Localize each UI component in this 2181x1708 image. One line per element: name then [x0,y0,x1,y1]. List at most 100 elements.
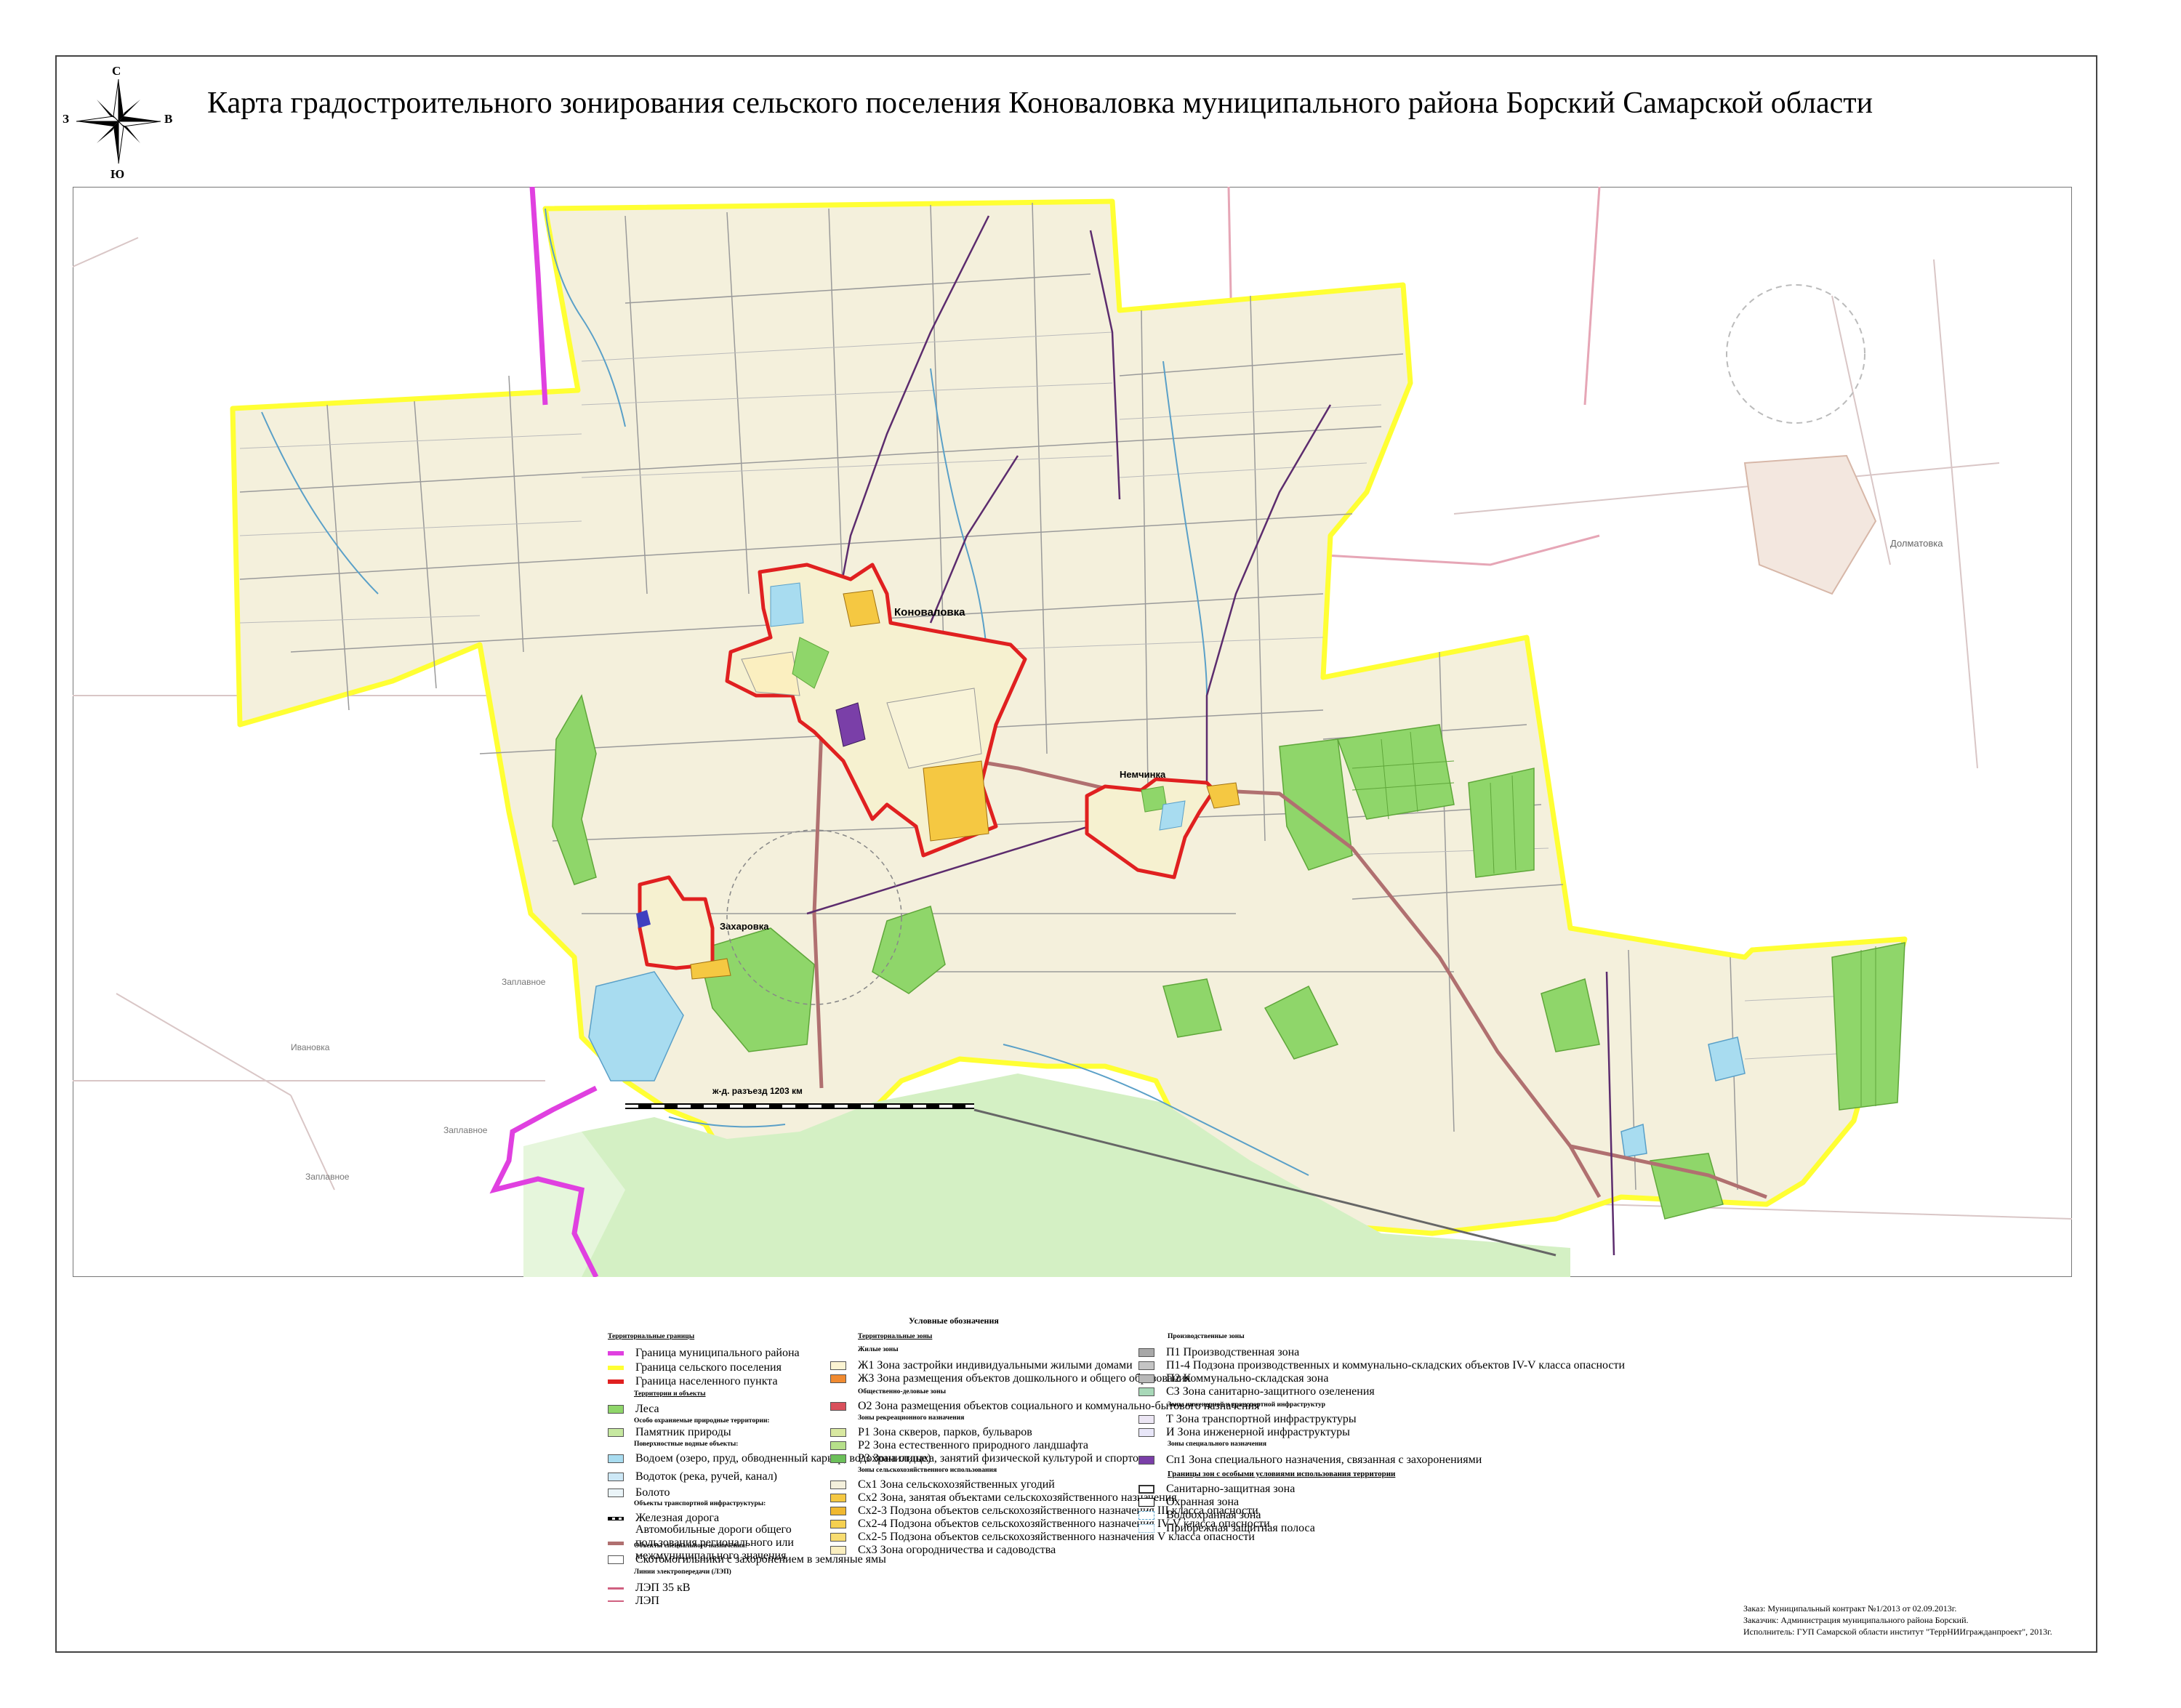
legend-head-special-zones: Зоны специального назначения [1168,1441,1267,1448]
legend-head-recreation: Зоны рекреационного назначения [858,1414,965,1422]
legend-item-zh3: Ж3 Зона размещения объектов дошкольного … [830,1372,1190,1385]
swatch-sh2 [830,1494,846,1502]
legend-item-water-protection: Водоохранная зона [1138,1509,1261,1522]
swatch-p2 [1138,1374,1154,1383]
order-customer-line: Заказчик: Администрация муниципального р… [1743,1615,1969,1625]
swatch-water-body [608,1454,624,1463]
swatch-i [1138,1428,1154,1437]
swatch-railway [608,1516,624,1520]
legend-item-sp1: Сп1 Зона специального назначения, связан… [1138,1454,1482,1467]
legend-item-sh3: Сх3 Зона огородничества и садоводства [830,1544,1056,1557]
legend-head-transport: Объекты транспортной инфраструктуры: [634,1500,766,1507]
map-title: Карта градостроительного зонирования сел… [207,86,1873,120]
ivanovka-label: Ивановка [291,1042,330,1052]
legend-head-protected: Особо охраняемые природные территории: [634,1417,770,1425]
swatch-swamp [608,1489,624,1497]
legend-item-sz: СЗ Зона санитарно-защитного озеленения [1138,1385,1375,1398]
swatch-zh1 [830,1361,846,1370]
swatch-sh25 [830,1533,846,1542]
swatch-sz [1138,1387,1154,1396]
swatch-water-protection [1138,1511,1154,1520]
legend-head-production: Производственные зоны [1168,1333,1245,1340]
legend-head-public: Общественно-деловые зоны [858,1388,946,1395]
swatch-sh1 [830,1481,846,1489]
compass-north-label: С [112,64,121,78]
swatch-security [1138,1498,1154,1507]
swatch-r1 [830,1428,846,1437]
swatch-r3 [830,1454,846,1463]
swatch-zh3 [830,1374,846,1383]
legend-head-territories: Территории и объекты [634,1390,706,1398]
legend-head-infra: Зоны инженерной и транспортной инфрастру… [1168,1401,1325,1409]
legend-item-watercourse: Водоток (река, ручей, канал) [608,1470,777,1483]
swatch-coastal [1138,1524,1154,1533]
swatch-t [1138,1415,1154,1424]
legend-item-r3: Р3 Зона отдыха, занятий физической культ… [830,1452,1146,1465]
swatch-sh24 [830,1520,846,1528]
legend-item-p1: П1 Производственная зона [1138,1346,1299,1359]
legend-head-residential: Жилые зоны [858,1346,899,1353]
swatch-watercourse [608,1473,624,1481]
swatch-locality-boundary [608,1379,624,1384]
compass-south-label: Ю [111,167,125,181]
swatch-r2 [830,1441,846,1450]
legend-head-agri: Зоны сельскохозяйственного использования [858,1467,997,1474]
compass-east-label: В [164,112,173,126]
legend-title: Условные обозначения [909,1316,999,1326]
legend-head-territorial-boundaries: Территориальные границы [608,1333,695,1340]
legend-head-water: Поверхностные водные объекты: [634,1441,739,1448]
legend-item-r1: Р1 Зона скверов, парков, бульваров [830,1426,1032,1439]
legend-item-pl35: ЛЭП 35 кВ [608,1582,690,1595]
legend-head-zones: Территориальные зоны [858,1333,933,1340]
swatch-pl35 [608,1587,624,1590]
legend-head-power: Линии электропередачи (ЛЭП) [634,1568,731,1576]
swatch-sanitary [1138,1485,1154,1494]
cattle-burial-icon [608,1555,624,1564]
legend-item-coastal: Прибрежная защитная полоса [1138,1522,1315,1535]
legend-head-special-borders: Границы зон с особыми условиями использо… [1168,1470,1396,1478]
legend-item-sh1: Сх1 Зона сельскохозяйственных угодий [830,1478,1055,1491]
legend-item-sanitary: Санитарно-защитная зона [1138,1483,1295,1496]
swatch-sh23 [830,1507,846,1515]
legend-item-pl10: ЛЭП [608,1595,659,1608]
order-contract-line: Заказ: Муниципальный контракт №1/2013 от… [1743,1603,1957,1614]
station-label: ж-д. разъезд 1203 км [712,1086,803,1096]
zaplavnoe-label-1: Заплавное [502,977,546,987]
legend-item-t: Т Зона транспортной инфраструктуры [1138,1413,1357,1426]
swatch-p14 [1138,1361,1154,1370]
swatch-nature-monument [608,1428,624,1437]
legend-item-locality-boundary: Граница населенного пункта [608,1375,778,1388]
legend-item-sh2: Сх2 Зона, занятая объектами сельскохозяй… [830,1491,1177,1504]
legend-item-security: Охранная зона [1138,1496,1239,1509]
swatch-road [608,1541,624,1545]
swatch-o2 [830,1402,846,1411]
compass-rose: С Ю З В [63,64,173,181]
konovalovka-label: Коноваловка [894,606,965,619]
legend-item-i: И Зона инженерной инфраструктуры [1138,1426,1350,1439]
zoning-map[interactable]: Долматовка Ивановка Заплавное Заплавное … [73,187,2072,1277]
compass-star-icon [76,78,161,164]
swatch-district-boundary [608,1351,624,1355]
legend-item-p14: П1-4 Подзона производственных и коммунал… [1138,1359,1625,1372]
compass-west-label: З [63,112,69,126]
swatch-sh3 [830,1546,846,1555]
legend-item-forests: Леса [608,1403,659,1416]
zaplavnoe-label-2: Заплавное [443,1125,488,1135]
order-info: Заказ: Муниципальный контракт №1/2013 от… [1743,1603,2052,1637]
legend-head-special: Объекты специального назначения: [634,1542,747,1550]
legend-item-p2: П2 Коммунально-складская зона [1138,1372,1328,1385]
legend-item-r2: Р2 Зона естественного природного ландшаф… [830,1439,1088,1452]
legend-item-settlement-boundary: Граница сельского поселения [608,1361,782,1374]
legend-item-district-boundary: Граница муниципального района [608,1347,800,1360]
dolmatovka-label: Долматовка [1890,538,1943,549]
swatch-p1 [1138,1348,1154,1357]
zaplavnoe-label-3: Заплавное [305,1172,350,1182]
legend-item-nature-monument: Памятник природы [608,1426,731,1439]
legend-item-zh1: Ж1 Зона застройки индивидуальными жилыми… [830,1359,1133,1372]
nemchinka-label: Немчинка [1120,769,1166,780]
swatch-sp1 [1138,1456,1154,1465]
order-executor-line: Исполнитель: ГУП Самарской области инсти… [1743,1627,2052,1637]
legend-item-swamp: Болото [608,1486,670,1499]
swatch-forest [608,1405,624,1414]
swatch-settlement-boundary [608,1366,624,1370]
